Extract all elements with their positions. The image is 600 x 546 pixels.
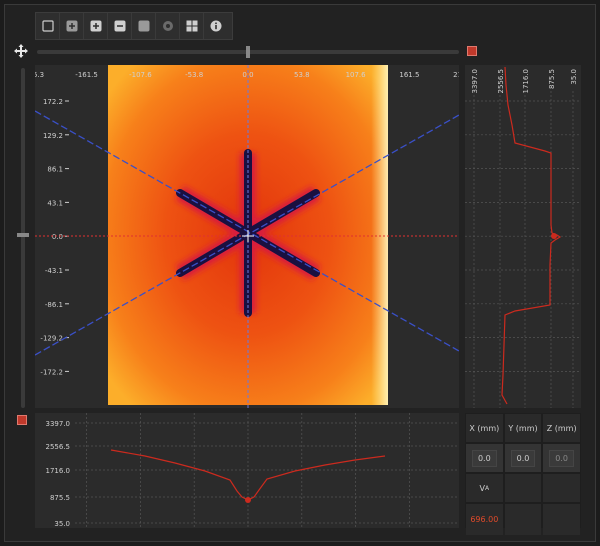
y-tick-label: 43.1 bbox=[47, 199, 63, 207]
va-label: VA bbox=[466, 474, 503, 502]
empty-cell bbox=[504, 474, 542, 502]
profile-tick-label: 2556.5 bbox=[497, 69, 505, 94]
image-plot: -215.3 -161.5 -107.6 -53.8 0.0 53.8 107.6 161.5… bbox=[22, 65, 474, 408]
target-button[interactable] bbox=[156, 13, 180, 39]
x-tick-label: -161.5 bbox=[75, 71, 98, 79]
horizontal-profile-plot: 3397.0 2556.5 1716.0 875.5 35.0 bbox=[32, 413, 464, 528]
x-header: X (mm) bbox=[466, 414, 503, 442]
minus-icon bbox=[114, 20, 125, 32]
z-value: 0.0 bbox=[549, 449, 575, 467]
target-icon bbox=[162, 21, 173, 31]
empty-cell bbox=[504, 504, 542, 535]
y-tick-label: -172.2 bbox=[40, 368, 63, 376]
x-tick-label: 53.8 bbox=[294, 71, 310, 79]
vertical-profile-plot: 3397.0 2556.5 1716.0 875.5 35.0 bbox=[465, 66, 581, 408]
x-tick-label: 215.3 bbox=[453, 71, 459, 79]
vertical-slice-slider[interactable] bbox=[17, 68, 29, 408]
y-tick-label: 86.1 bbox=[47, 166, 63, 174]
profile-tick-label: 875.5 bbox=[548, 69, 556, 89]
profile-tick-label: 3397.0 bbox=[46, 420, 71, 428]
slider-thumb[interactable] bbox=[246, 46, 250, 58]
profile-tick-label: 1716.0 bbox=[46, 467, 71, 475]
profile-tick-label: 2556.5 bbox=[46, 443, 71, 451]
va-value: 696.00 bbox=[466, 504, 503, 535]
profile-tick-labels: 3397.0 2556.5 1716.0 875.5 35.0 bbox=[46, 420, 71, 528]
slider-thumb[interactable] bbox=[17, 233, 29, 237]
add-button[interactable] bbox=[84, 13, 108, 39]
select-tool-button[interactable] bbox=[36, 13, 60, 39]
x-tick-label: -215.3 bbox=[35, 71, 44, 79]
plus-icon bbox=[90, 20, 101, 32]
profile-tick-label: 1716.0 bbox=[522, 69, 530, 94]
fill-button[interactable] bbox=[132, 13, 156, 39]
x-value-cell[interactable]: 0.0 bbox=[466, 444, 503, 472]
y-value[interactable]: 0.0 bbox=[510, 449, 536, 467]
grid-button[interactable] bbox=[180, 13, 204, 39]
square-icon bbox=[41, 20, 54, 32]
grid-icon bbox=[186, 20, 197, 32]
image-view[interactable]: -215.3 -161.5 -107.6 -53.8 0.0 53.8 107.6 161.5… bbox=[22, 65, 474, 408]
y-tick-label: -86.1 bbox=[45, 301, 63, 309]
x-tick-labels: -215.3-161.5-107.6-53.80.053.8107.6161.5… bbox=[22, 71, 474, 79]
profile-tick-labels: 3397.0 2556.5 1716.0 875.5 35.0 bbox=[471, 69, 578, 94]
y-tick-label: 129.2 bbox=[43, 132, 63, 140]
coordinate-table: X (mm) Y (mm) Z (mm) 0.0 0.0 0.0 VA 696.… bbox=[465, 413, 581, 535]
y-header: Y (mm) bbox=[504, 414, 542, 442]
empty-cell bbox=[543, 474, 580, 502]
y-tick-label: -43.1 bbox=[45, 267, 63, 275]
toolbar bbox=[35, 12, 233, 40]
zoom-in-icon bbox=[66, 20, 77, 32]
x-tick-label: 161.5 bbox=[399, 71, 419, 79]
x-tick-label: -53.8 bbox=[185, 71, 203, 79]
profile-tick-label: 3397.0 bbox=[471, 69, 479, 94]
right-panel-toggle-icon[interactable] bbox=[467, 46, 477, 56]
profile-tick-label: 35.0 bbox=[54, 520, 70, 528]
va-label-sub: A bbox=[485, 484, 490, 492]
remove-button[interactable] bbox=[108, 13, 132, 39]
horizontal-slice-slider[interactable] bbox=[37, 46, 459, 58]
profile-tick-label: 875.5 bbox=[50, 494, 70, 502]
bottom-panel-toggle-icon[interactable] bbox=[17, 415, 27, 425]
x-tick-label: -107.6 bbox=[129, 71, 152, 79]
info-button[interactable] bbox=[204, 13, 228, 39]
y-tick-label: 172.2 bbox=[43, 98, 63, 106]
vertical-profile-view: 3397.0 2556.5 1716.0 875.5 35.0 bbox=[465, 65, 581, 408]
x-value[interactable]: 0.0 bbox=[471, 449, 497, 467]
horizontal-profile-view: 3397.0 2556.5 1716.0 875.5 35.0 bbox=[32, 413, 464, 528]
move-icon[interactable] bbox=[14, 44, 28, 58]
y-value-cell[interactable]: 0.0 bbox=[504, 444, 542, 472]
y-tick-labels: 172.2 129.2 86.1 43.1 0.0 -43.1 -86.1 -129.2 -17… bbox=[40, 98, 69, 376]
z-value-cell: 0.0 bbox=[543, 444, 580, 472]
full-square-icon bbox=[138, 20, 149, 32]
info-icon bbox=[210, 20, 222, 32]
z-header: Z (mm) bbox=[543, 414, 580, 442]
y-tick-label: 0.0 bbox=[52, 233, 63, 241]
y-tick-label: -129.2 bbox=[40, 335, 63, 343]
empty-cell bbox=[543, 504, 580, 535]
profile-tick-label: 35.0 bbox=[570, 69, 578, 85]
zoom-in-button[interactable] bbox=[60, 13, 84, 39]
x-tick-label: 107.6 bbox=[346, 71, 367, 79]
profile-marker bbox=[551, 233, 557, 239]
profile-marker bbox=[245, 497, 251, 503]
